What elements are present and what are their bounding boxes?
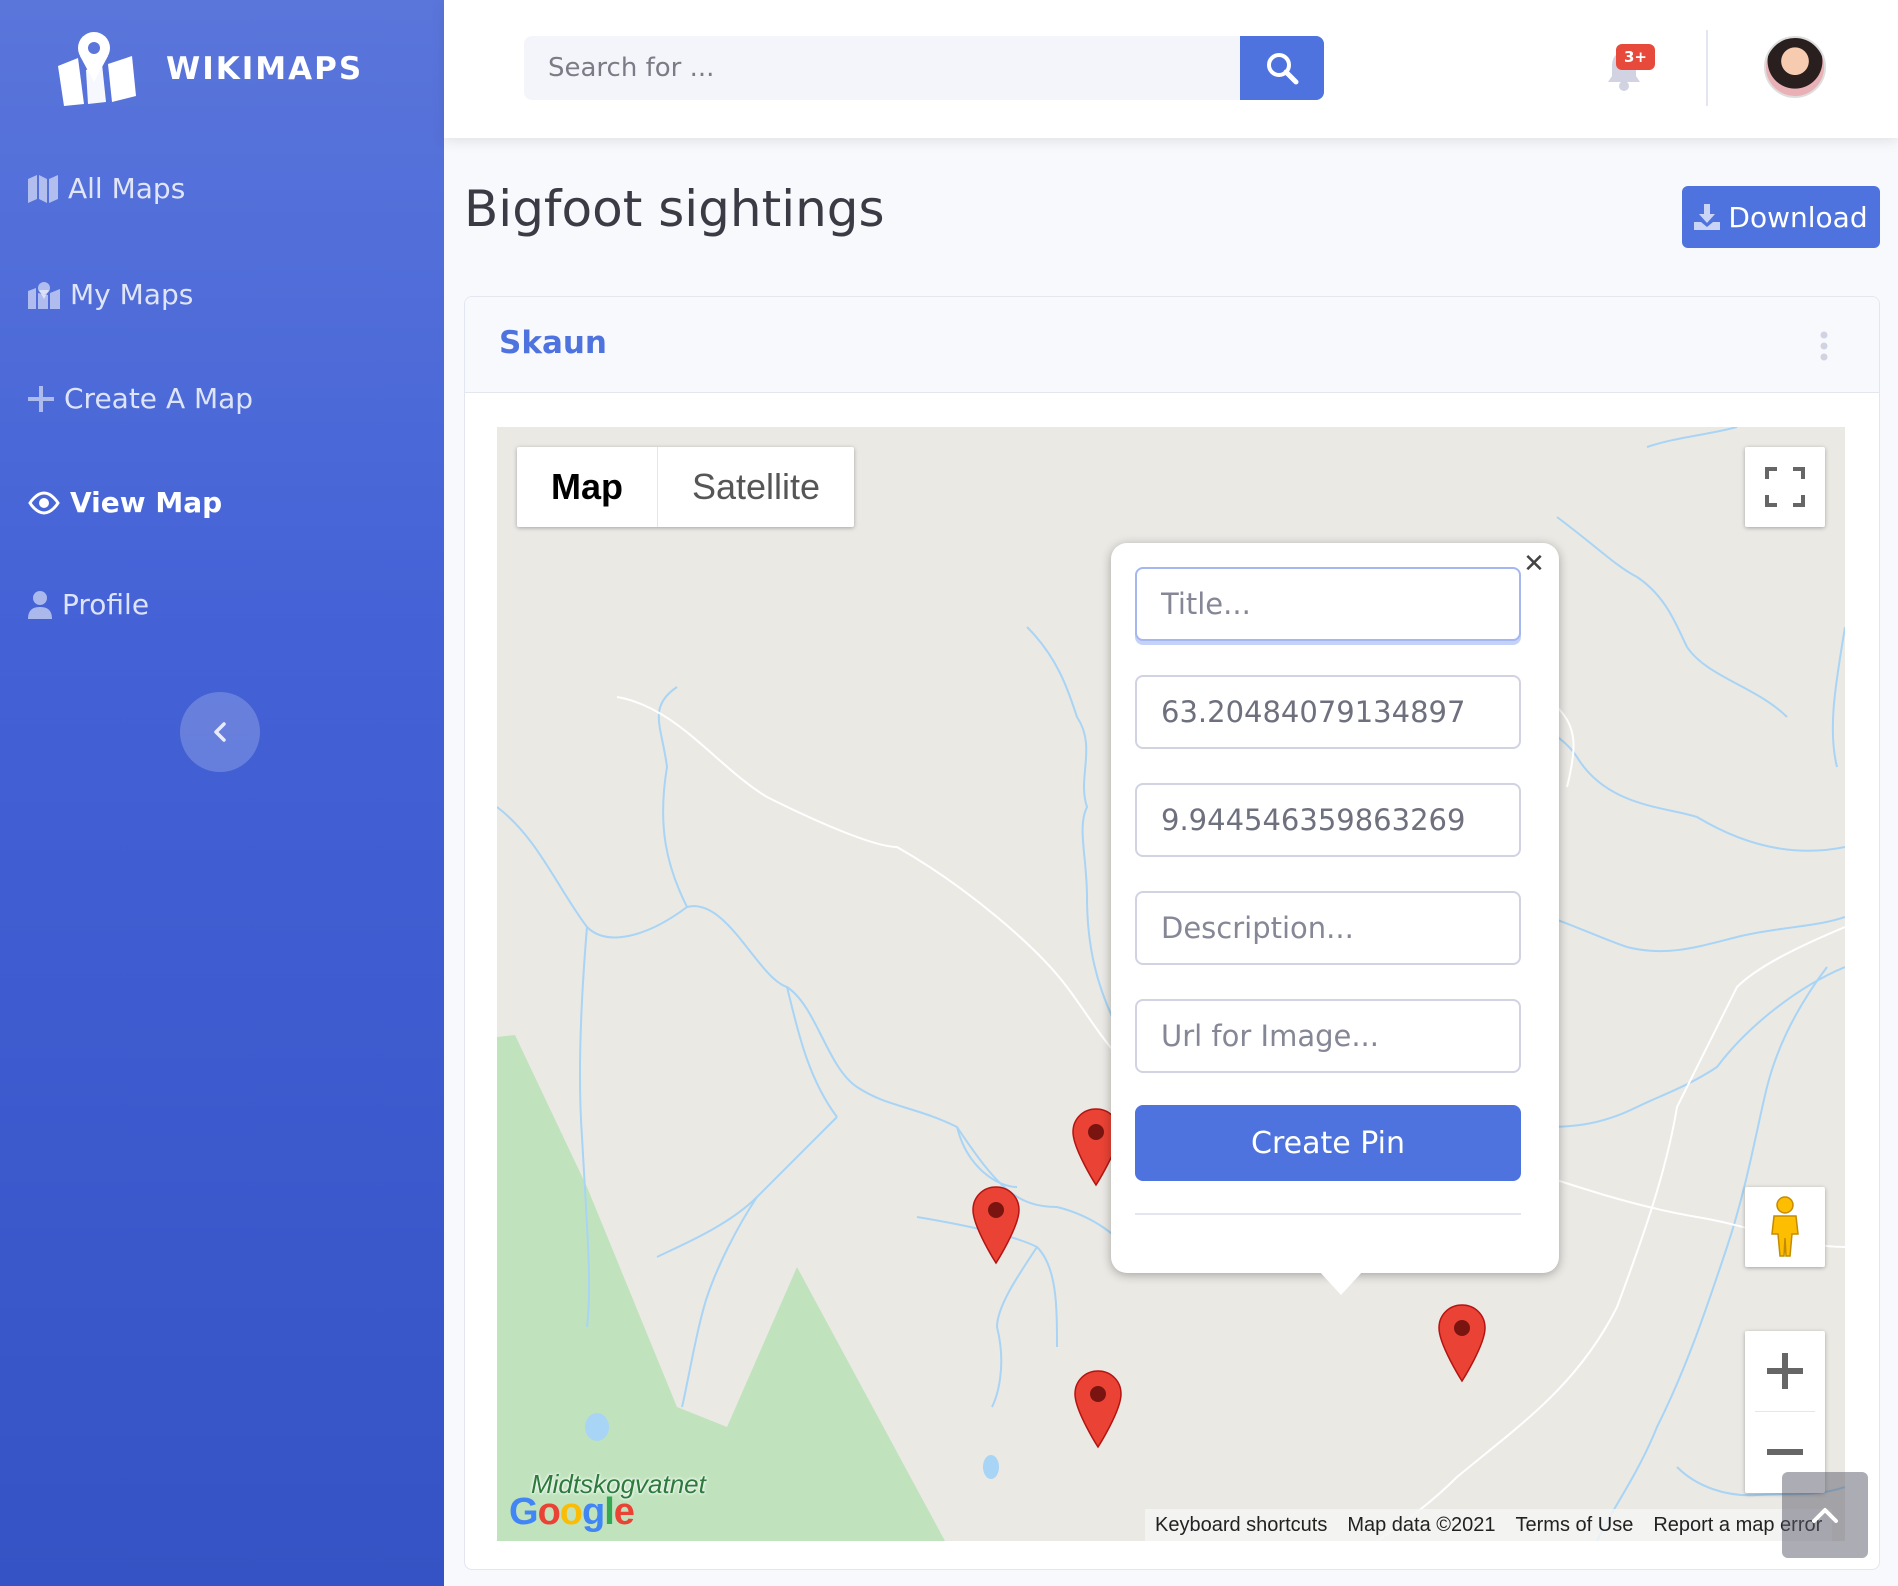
download-label: Download [1728, 200, 1868, 234]
zoom-in-button[interactable] [1745, 1331, 1825, 1411]
info-window-tail [1319, 1271, 1363, 1295]
terms-of-use-link[interactable]: Terms of Use [1506, 1514, 1644, 1537]
create-pin-button[interactable]: Create Pin [1135, 1105, 1521, 1181]
map-canvas[interactable]: Map Satellite ✕ Title... 63.204840791348… [497, 427, 1845, 1541]
eye-icon [28, 490, 60, 515]
sidebar: WIKIMAPS All Maps My Maps Create A Map V… [0, 0, 444, 1586]
map-footer: Keyboard shortcuts Map data ©2021 Terms … [1145, 1509, 1833, 1541]
fullscreen-icon [1765, 467, 1805, 507]
search-input[interactable] [524, 36, 1240, 100]
info-window-divider [1135, 1213, 1521, 1215]
pin-image-url-input[interactable] [1135, 999, 1521, 1073]
user-icon [28, 590, 52, 619]
keyboard-shortcuts-link[interactable]: Keyboard shortcuts [1145, 1514, 1337, 1537]
map-icon [28, 174, 58, 203]
zoom-control [1745, 1331, 1825, 1493]
pin-title-input[interactable] [1135, 567, 1521, 641]
street-view-pegman[interactable] [1745, 1187, 1825, 1267]
topbar: 3+ [444, 0, 1898, 138]
card-title: Skaun [499, 325, 608, 361]
plus-icon [1767, 1353, 1803, 1389]
search-button[interactable] [1240, 36, 1324, 100]
map-data-attribution: Map data ©2021 [1347, 1513, 1496, 1536]
sidebar-item-create-map[interactable]: Create A Map [28, 382, 253, 415]
map-type-map-button[interactable]: Map [517, 447, 658, 527]
fullscreen-button[interactable] [1745, 447, 1825, 527]
plus-icon [28, 385, 54, 412]
google-logo: Google [509, 1491, 635, 1533]
download-icon [1694, 204, 1721, 230]
map-pin-icon[interactable] [1073, 1369, 1123, 1449]
sidebar-collapse-button[interactable] [180, 692, 260, 772]
map-marked-icon [28, 281, 60, 309]
map-type-control: Map Satellite [517, 447, 855, 527]
sidebar-item-profile[interactable]: Profile [28, 588, 149, 621]
chevron-up-icon [1812, 1508, 1838, 1523]
create-pin-info-window: ✕ Create Pin [1111, 543, 1559, 1295]
page-title: Bigfoot sightings [464, 180, 885, 238]
map-card: Skaun Map Satellite ✕ Title... 63.204840… [464, 296, 1880, 1570]
card-header: Skaun [465, 297, 1879, 393]
pin-longitude-input[interactable] [1135, 783, 1521, 857]
sidebar-item-view-map[interactable]: View Map [28, 486, 222, 519]
map-marker-logo-icon [58, 32, 136, 106]
avatar[interactable] [1764, 36, 1826, 98]
sidebar-item-label: Create A Map [64, 382, 254, 415]
download-button[interactable]: Download [1682, 186, 1880, 248]
pin-description-input[interactable] [1135, 891, 1521, 965]
pegman-icon [1771, 1196, 1799, 1257]
sidebar-item-my-maps[interactable]: My Maps [28, 278, 193, 311]
notification-badge: 3+ [1616, 44, 1656, 70]
scroll-to-top-button[interactable] [1782, 1472, 1868, 1558]
search-bar [524, 36, 1324, 100]
search-icon [1267, 53, 1299, 85]
sidebar-item-label: My Maps [70, 278, 194, 311]
pin-latitude-input[interactable] [1135, 675, 1521, 749]
sidebar-item-all-maps[interactable]: All Maps [28, 172, 185, 205]
brand-name: WIKIMAPS [166, 51, 364, 87]
chevron-left-icon [214, 722, 226, 742]
ellipsis-vertical-icon[interactable] [1819, 331, 1829, 361]
minus-icon [1767, 1449, 1803, 1455]
sidebar-item-label: All Maps [68, 172, 186, 205]
topbar-divider [1706, 30, 1708, 106]
sidebar-item-label: Profile [62, 588, 150, 621]
sidebar-item-label: View Map [70, 486, 223, 519]
map-pin-icon[interactable] [1437, 1303, 1487, 1383]
close-icon[interactable]: ✕ [1519, 549, 1549, 579]
map-pin-icon[interactable] [971, 1185, 1021, 1265]
map-type-satellite-button[interactable]: Satellite [658, 447, 854, 527]
brand[interactable]: WIKIMAPS [56, 30, 363, 108]
